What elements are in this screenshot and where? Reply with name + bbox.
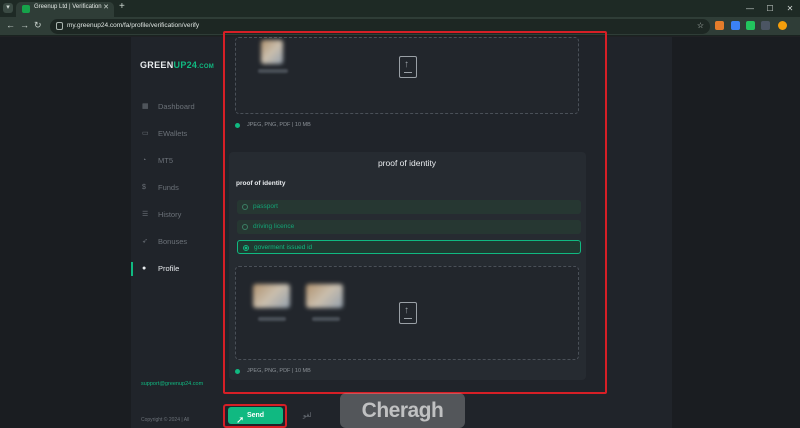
wallet-icon: ▭: [142, 130, 149, 137]
watermark-logo: Cheragh: [340, 393, 465, 428]
back-icon[interactable]: ←: [6, 20, 15, 30]
browser-tab-bar: ▾ Greenup Ltd | Verification ✕ + — ☐ ✕: [0, 0, 800, 17]
tab-title: Greenup Ltd | Verification: [34, 4, 102, 10]
mouse-cursor-icon: ➚: [236, 415, 245, 426]
sidebar-item-profile[interactable]: ● Profile: [131, 262, 216, 276]
tab-close-icon[interactable]: ✕: [103, 3, 109, 11]
rocket-icon: ➶: [142, 238, 148, 245]
bookmark-star-icon[interactable]: ☆: [697, 21, 704, 30]
tab-search-button[interactable]: ▾: [3, 3, 13, 13]
maximize-button[interactable]: ☐: [760, 0, 780, 17]
list-icon: ☰: [142, 211, 149, 218]
grid-icon: ▦: [142, 103, 149, 110]
extension-fox-icon[interactable]: [715, 21, 724, 30]
cancel-link[interactable]: لغو: [303, 411, 311, 419]
brand-logo[interactable]: GREENUP24.COM: [140, 60, 214, 70]
sidebar-item-ewallets[interactable]: ▭ EWallets: [131, 127, 216, 141]
favicon-icon: [22, 5, 30, 13]
sidebar-item-dashboard[interactable]: ▦ Dashboard: [131, 100, 216, 114]
highlight-frame: [223, 31, 607, 394]
copyright-text: Copyright © 2024 | All: [141, 417, 190, 423]
extensions-puzzle-icon[interactable]: [761, 21, 770, 30]
site-info-icon[interactable]: [56, 22, 63, 30]
url-text: my.greenup24.com/fa/profile/verification…: [67, 22, 200, 29]
support-email-link[interactable]: support@greenup24.com: [141, 381, 203, 387]
extension-pen-icon[interactable]: [746, 21, 755, 30]
profile-avatar-icon[interactable]: [778, 21, 787, 30]
reload-icon[interactable]: ↻: [34, 20, 42, 31]
extension-translate-icon[interactable]: [731, 21, 740, 30]
sidebar-item-funds[interactable]: $ Funds: [131, 181, 216, 195]
sidebar-item-history[interactable]: ☰ History: [131, 208, 216, 222]
dollar-icon: $: [142, 184, 146, 191]
minimize-button[interactable]: —: [740, 0, 760, 17]
sidebar-item-bonuses[interactable]: ➶ Bonuses: [131, 235, 216, 249]
forward-icon[interactable]: →: [20, 20, 29, 30]
user-icon: ●: [142, 265, 147, 272]
new-tab-button[interactable]: +: [119, 1, 125, 12]
close-window-button[interactable]: ✕: [780, 0, 800, 17]
sidebar: GREENUP24.COM ▦ Dashboard ▭ EWallets ◔ M…: [131, 37, 216, 428]
browser-tab[interactable]: Greenup Ltd | Verification ✕: [16, 2, 114, 17]
